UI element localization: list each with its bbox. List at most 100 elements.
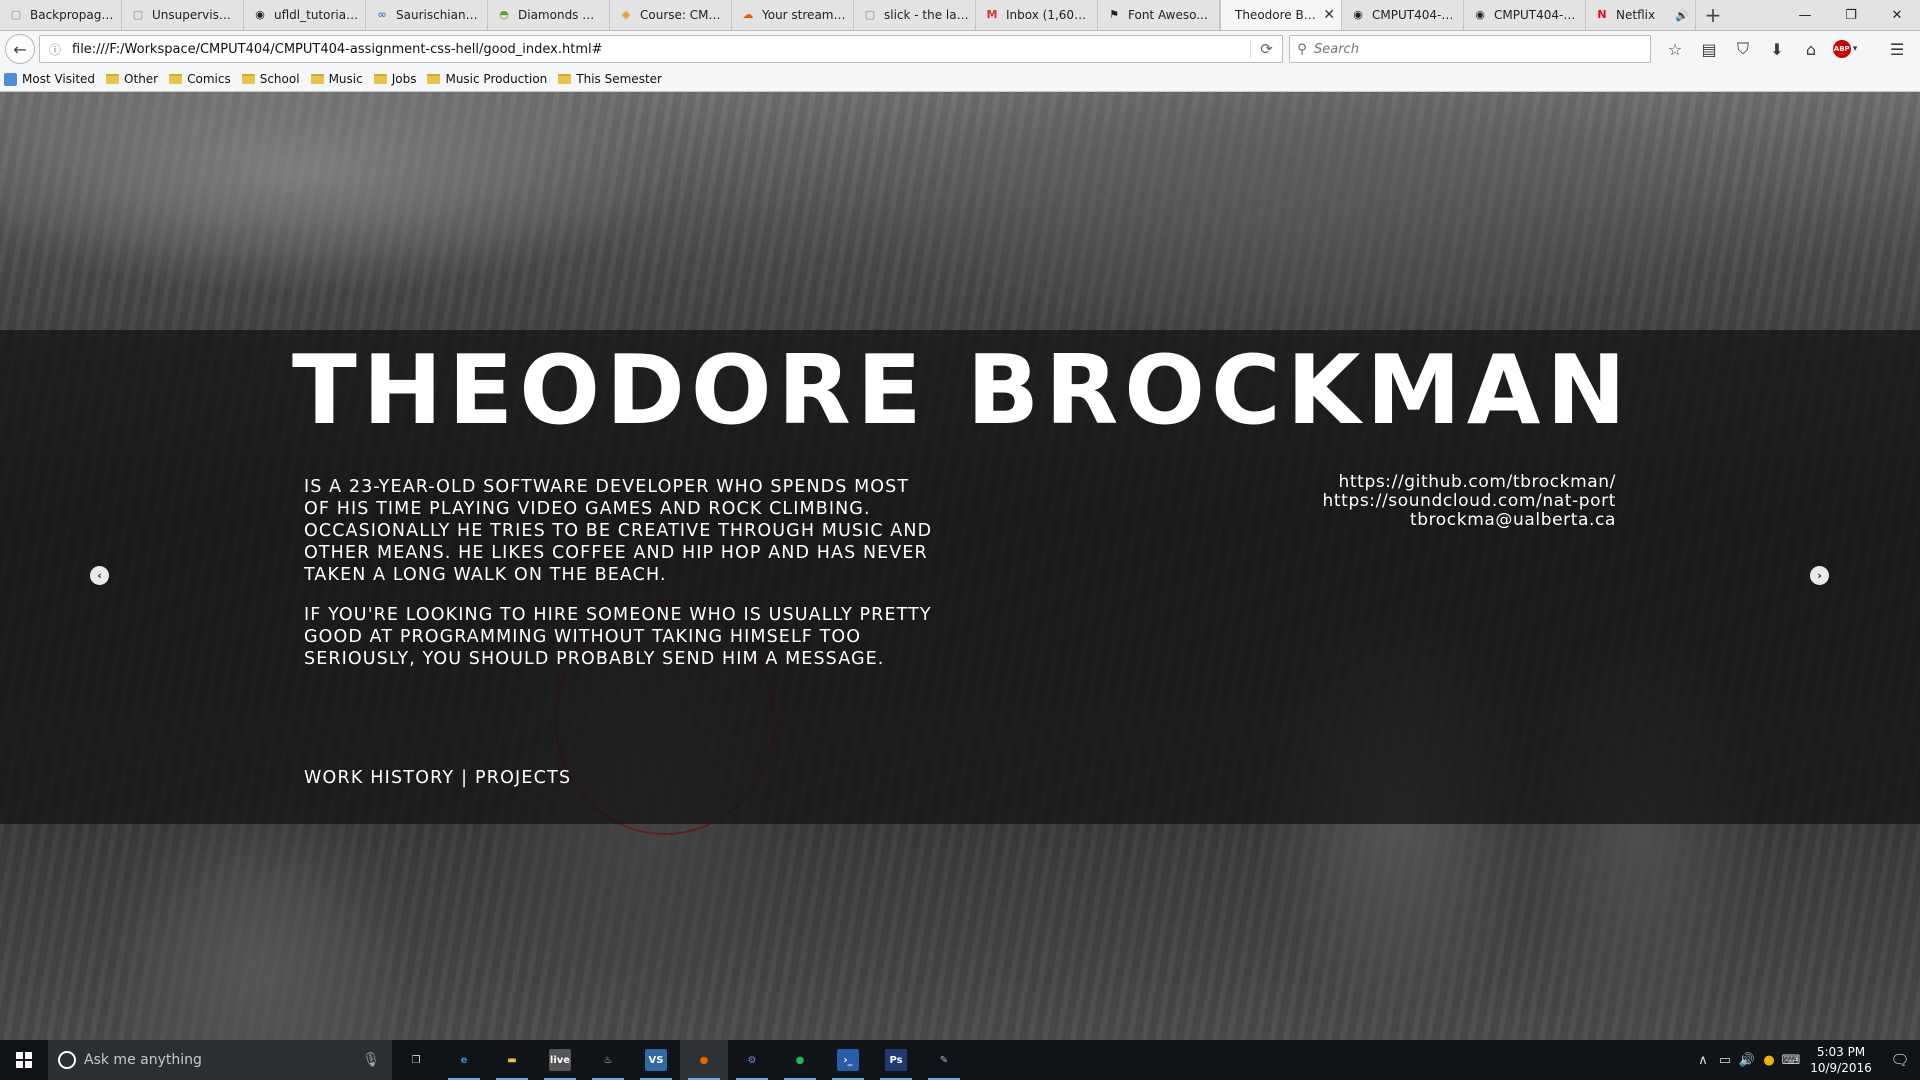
volume-icon[interactable]: 🔊: [1736, 1053, 1758, 1068]
github-link[interactable]: https://github.com/tbrockman/: [1323, 473, 1616, 492]
tab[interactable]: ◉ ufldl_tutorial/...: [244, 0, 366, 30]
bookmark-item[interactable]: Music Production: [427, 72, 547, 86]
bio-section: IS A 23-YEAR-OLD SOFTWARE DEVELOPER WHO …: [304, 476, 934, 688]
close-tab-icon[interactable]: ✕: [1319, 7, 1335, 23]
taskbar-app-paint[interactable]: ✎: [920, 1040, 968, 1080]
tab-label: Diamonds Da...: [518, 8, 603, 22]
show-hidden-icons-icon[interactable]: ∧: [1692, 1053, 1714, 1068]
bookmark-item[interactable]: Jobs: [373, 72, 416, 86]
microphone-icon[interactable]: 🎙: [362, 1052, 380, 1068]
download-icon[interactable]: ⬇: [1760, 34, 1794, 64]
tab[interactable]: ▢ slick - the last car...: [854, 0, 976, 30]
tab[interactable]: Theodore Bro... ✕: [1220, 0, 1342, 30]
pokeball-icon: ◓: [499, 8, 509, 21]
bookmark-item[interactable]: Other: [106, 72, 158, 86]
soundcloud-link[interactable]: https://soundcloud.com/nat-port: [1323, 492, 1616, 511]
page-icon: ▢: [132, 8, 144, 21]
folder-icon: [169, 74, 183, 84]
taskbar-app-firefox[interactable]: ●: [680, 1040, 728, 1080]
clock[interactable]: 5:03 PM 10/9/2016: [1802, 1044, 1880, 1076]
taskbar-app-file-explorer[interactable]: ▬: [488, 1040, 536, 1080]
github-icon: ◉: [1353, 8, 1363, 21]
taskbar-app-live[interactable]: live: [536, 1040, 584, 1080]
tab[interactable]: ⚑ Font Aweso...: [1098, 0, 1220, 30]
app-tray-icon[interactable]: ●: [1758, 1053, 1780, 1068]
tab-label: Your stream ...: [762, 8, 847, 22]
taskbar-app-edge[interactable]: e: [440, 1040, 488, 1080]
gmail-icon: M: [986, 8, 998, 21]
speaker-icon[interactable]: 🔊: [1671, 9, 1689, 22]
taskbar-app-spotify[interactable]: ●: [776, 1040, 824, 1080]
tab[interactable]: ∞ Saurischians ...: [366, 0, 488, 30]
firefox-icon: ●: [699, 1054, 709, 1066]
taskbar-app-powershell[interactable]: ›_: [824, 1040, 872, 1080]
tab[interactable]: ▢ Unsupervised Fea...: [122, 0, 244, 30]
search-bar[interactable]: ⚲: [1289, 35, 1651, 63]
hamburger-menu-icon[interactable]: ☰: [1880, 34, 1914, 64]
github-icon: ◉: [255, 8, 265, 21]
tab[interactable]: ☁ Your stream ...: [732, 0, 854, 30]
taskbar-app-visual-studio[interactable]: VS: [632, 1040, 680, 1080]
new-tab-button[interactable]: +: [1696, 0, 1730, 30]
powershell-icon: ›_: [837, 1049, 859, 1071]
bookmark-item[interactable]: This Semester: [558, 72, 662, 86]
most-visited-icon: [4, 72, 17, 86]
action-center-icon[interactable]: 🗨: [1880, 1051, 1920, 1069]
adblock-icon[interactable]: ABP ▾: [1828, 34, 1862, 64]
windows-taskbar: Ask me anything 🎙 ❐ e ▬ live ♨ VS ● ⚙ ● ›_ Ps ✎ ∧ ▭…: [0, 1040, 1920, 1080]
taskbar-app-photoshop[interactable]: Ps: [872, 1040, 920, 1080]
tab[interactable]: ◓ Diamonds Da...: [488, 0, 610, 30]
tab[interactable]: ◆ Course: CMP...: [610, 0, 732, 30]
taskbar-app-network-tool[interactable]: ⚙: [728, 1040, 776, 1080]
infinity-icon: ∞: [377, 8, 387, 21]
tab[interactable]: N Netflix 🔊: [1586, 0, 1696, 30]
paint-icon: ✎: [939, 1054, 949, 1066]
restore-button[interactable]: ❐: [1828, 0, 1874, 30]
cortana-icon: [58, 1051, 76, 1069]
task-view-icon: ❐: [411, 1054, 421, 1066]
taskbar-app-steam[interactable]: ♨: [584, 1040, 632, 1080]
network-icon[interactable]: ▭: [1714, 1053, 1736, 1068]
tab[interactable]: M Inbox (1,609) ...: [976, 0, 1098, 30]
minimize-button[interactable]: —: [1782, 0, 1828, 30]
keyboard-icon[interactable]: ⌨: [1780, 1053, 1802, 1068]
start-button[interactable]: [0, 1040, 48, 1080]
bookmark-star-icon[interactable]: ☆: [1658, 34, 1692, 64]
tab[interactable]: ▢ Backpropagation ...: [0, 0, 122, 30]
tab-label: ufldl_tutorial/...: [274, 8, 359, 22]
reading-list-icon[interactable]: ▤: [1692, 34, 1726, 64]
url-text[interactable]: file:///F:/Workspace/CMPUT404/CMPUT404-a…: [72, 42, 603, 57]
visual-studio-icon: VS: [645, 1049, 667, 1071]
reload-icon[interactable]: ⟳: [1250, 40, 1282, 58]
tab-label: Course: CMP...: [640, 8, 725, 22]
back-button[interactable]: ←: [5, 34, 35, 64]
cortana-placeholder: Ask me anything: [84, 1052, 202, 1068]
email-link[interactable]: tbrockma@ualberta.ca: [1323, 511, 1616, 530]
tab[interactable]: ◉ CMPUT404-a...: [1342, 0, 1464, 30]
navigation-toolbar: ← ⓘ file:///F:/Workspace/CMPUT404/CMPUT4…: [0, 31, 1920, 67]
pocket-icon[interactable]: ⛉: [1726, 34, 1760, 64]
bookmark-item[interactable]: Most Visited: [4, 72, 95, 86]
carousel-prev-button[interactable]: ‹: [90, 566, 109, 585]
tab-label: Backpropagation ...: [30, 8, 115, 22]
info-icon[interactable]: ⓘ: [44, 41, 66, 58]
tab[interactable]: ◉ CMPUT404-a...: [1464, 0, 1586, 30]
bookmark-item[interactable]: Music: [310, 72, 363, 86]
url-bar[interactable]: ⓘ file:///F:/Workspace/CMPUT404/CMPUT404…: [39, 35, 1283, 63]
carousel-next-button[interactable]: ›: [1810, 566, 1829, 585]
clock-date: 10/9/2016: [1810, 1061, 1872, 1075]
bookmark-item[interactable]: Comics: [169, 72, 231, 86]
projects-link[interactable]: PROJECTS: [475, 768, 571, 788]
tab-label: Inbox (1,609) ...: [1006, 8, 1091, 22]
toolbar-icons: ☆ ▤ ⛉ ⬇ ⌂ ABP ▾: [1658, 34, 1862, 64]
taskbar-app-task-view[interactable]: ❐: [392, 1040, 440, 1080]
close-window-button[interactable]: ✕: [1874, 0, 1920, 30]
search-input[interactable]: [1314, 41, 1614, 57]
page-icon: ▢: [10, 8, 22, 21]
cortana-search-box[interactable]: Ask me anything 🎙: [48, 1040, 392, 1080]
bookmark-item[interactable]: School: [241, 72, 300, 86]
soundcloud-icon: ☁: [742, 8, 754, 21]
clock-time: 5:03 PM: [1816, 1045, 1866, 1059]
work-history-link[interactable]: WORK HISTORY: [304, 768, 454, 788]
home-icon[interactable]: ⌂: [1794, 34, 1828, 64]
